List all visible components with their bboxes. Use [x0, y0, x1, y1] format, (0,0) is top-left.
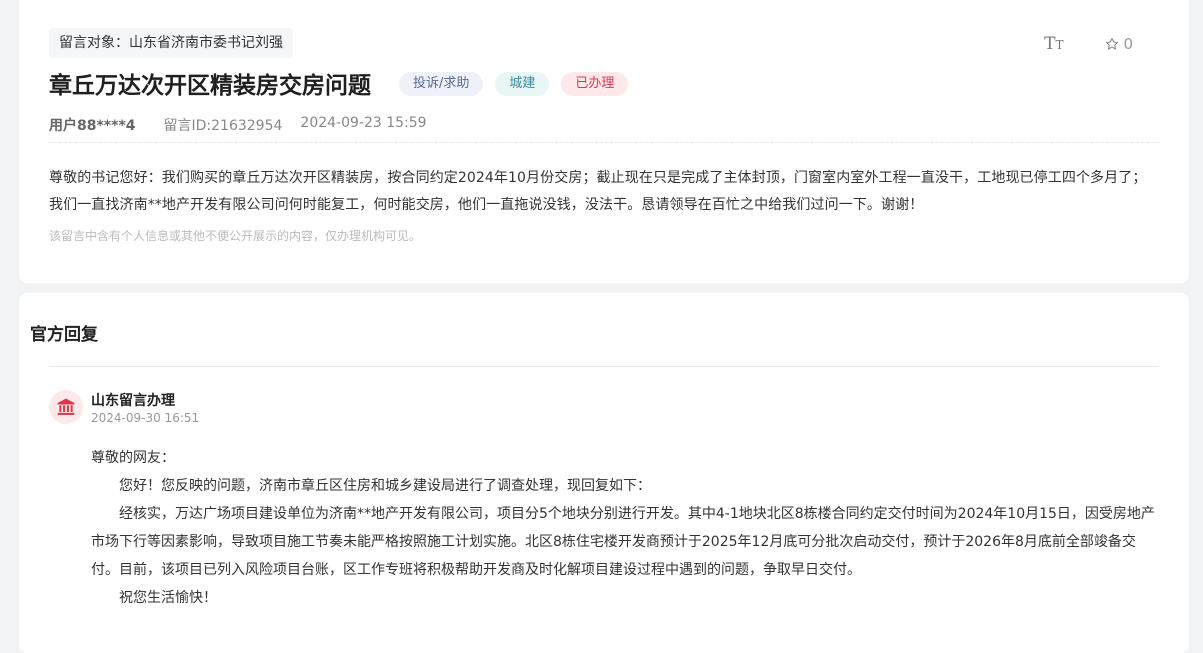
divider	[49, 366, 1159, 367]
font-size-button[interactable]: TT	[1044, 34, 1063, 54]
petition-tools: TT 0	[1044, 34, 1133, 54]
reply-greeting: 尊敬的网友：	[91, 450, 175, 466]
reply-section-title: 官方回复	[30, 325, 98, 345]
favorite-count: 0	[1123, 35, 1133, 53]
type-tag: 投诉/求助	[399, 72, 484, 96]
petition-title: 章丘万达次开区精装房交房问题	[49, 73, 371, 99]
favorite-button[interactable]: 0	[1105, 35, 1133, 53]
avatar	[49, 390, 83, 424]
privacy-note: 该留言中含有个人信息或其他不便公开展示的内容，仅办理机构可见。	[49, 229, 422, 243]
divider	[49, 142, 1159, 143]
petition-tags: 投诉/求助 城建 已办理	[399, 72, 629, 96]
reply-org-name: 山东留言办理	[91, 393, 175, 409]
post-time: 2024-09-23 15:59	[300, 115, 427, 131]
font-size-icon: TT	[1044, 34, 1064, 54]
institution-icon	[57, 398, 75, 415]
petition-meta: 用户88****4 留言ID:21632954 2024-09-23 15:59	[49, 115, 427, 135]
message-id: 留言ID:21632954	[163, 118, 283, 134]
reply-paragraph: 您好！您反映的问题，济南市章丘区住房和城乡建设局进行了调查处理，现回复如下：	[119, 478, 651, 494]
petition-card: 留言对象：山东省济南市委书记刘强 TT 0 章丘万达次开区精装房交房问题 投诉/…	[19, 0, 1189, 283]
reply-paragraph: 经核实，万达广场项目建设单位为济南**地产开发有限公司，项目分5个地块分别进行开…	[91, 506, 1155, 578]
star-icon	[1106, 37, 1119, 50]
petition-content: 尊敬的书记您好：我们购买的章丘万达次开区精装房，按合同约定2024年10月份交房…	[49, 170, 1147, 213]
reply-body: 尊敬的网友： 您好！您反映的问题，济南市章丘区住房和城乡建设局进行了调查处理，现…	[91, 444, 1160, 612]
petition-target: 留言对象：山东省济南市委书记刘强	[49, 28, 293, 58]
domain-tag: 城建	[495, 72, 550, 96]
reply-closing: 祝您生活愉快！	[119, 590, 217, 606]
reply-time: 2024-09-30 16:51	[91, 411, 200, 425]
user-name: 用户88****4	[49, 118, 136, 134]
status-badge: 已办理	[561, 72, 629, 96]
